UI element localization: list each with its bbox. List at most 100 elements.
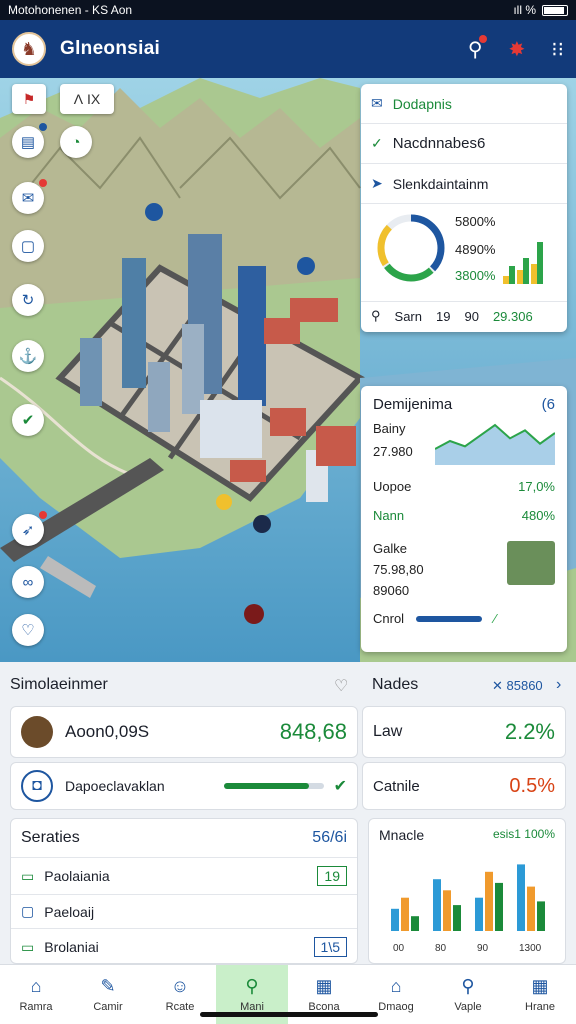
summary-item-1[interactable]: Aoon0,09S 848,68 (10, 706, 358, 758)
camera-icon: ◘ (21, 770, 53, 802)
mini-bar (537, 242, 543, 284)
row-label: Brolaniai (44, 939, 99, 955)
donut-chart: 5800% 4890% 3800% (361, 204, 567, 302)
table-row[interactable]: ▭ Paolaiania 19 (11, 858, 357, 895)
card-row-label: Nacdnnabes6 (392, 135, 486, 152)
footer-label: Cnrol (373, 611, 405, 626)
x-tick-label: 00 (393, 943, 405, 954)
table-count: 56/6i (312, 829, 347, 846)
chart-bar (537, 901, 545, 931)
card-row-label: Dodapnis (392, 95, 452, 112)
check-shield-icon[interactable]: ✔ (12, 404, 44, 436)
bar-chart: 00 80 90 1300 (391, 864, 545, 954)
route-icon[interactable]: ➶ (12, 511, 47, 546)
x-tick-label: 80 (435, 943, 447, 954)
flag-icon: ⚑ (22, 90, 36, 107)
summary-card: ✉ Dodapnis ✓ Nacdnnabes6 ➤ Slenkdaintainm 5… (361, 84, 567, 332)
donut-value-2: 4890% (455, 242, 496, 257)
nav-item-vaple[interactable]: ⚲ Vaple (432, 965, 504, 1024)
chart-bar (495, 882, 503, 931)
card-icon[interactable]: ▤ (12, 123, 47, 158)
nav-item-ramra[interactable]: ⌂ Ramra (0, 965, 72, 1024)
chevron-right-icon[interactable]: › (556, 676, 561, 694)
home-indicator[interactable] (200, 1012, 378, 1017)
x-tick-label: 1300 (519, 943, 542, 954)
chart-title: Mnacle (379, 827, 425, 843)
house-icon: ⌂ (390, 976, 402, 996)
status-bar: Motohonenen - KS Aon ıll % (0, 0, 576, 20)
table-row[interactable]: ▢ Paeloaij (11, 895, 357, 929)
nav-label: Camir (93, 1001, 123, 1013)
mail-icon: ✉ (371, 95, 383, 111)
grid-icon[interactable]: ⁝⁝ (551, 37, 564, 62)
app-actions: ⚲ ✸ ⁝⁝ (468, 34, 564, 62)
status-text: Motohonenen - KS Aon (8, 3, 133, 17)
detail-card: Demijenima (6 Bainy 27.980 Uopoe 17,0% Nan… (361, 386, 567, 652)
row-value: 19 (317, 866, 347, 886)
refresh-icon[interactable]: ↻ (12, 284, 44, 316)
check-icon[interactable]: ✔ (334, 776, 347, 796)
lion-crest-logo: ♞ (12, 32, 46, 66)
item-label: Law (373, 723, 403, 740)
detail-block: Galke 75.98,80 89060 (373, 541, 555, 611)
heart-icon[interactable]: ♡ (12, 614, 44, 646)
link-icon[interactable]: ∞ (12, 566, 44, 598)
mini-bar (517, 270, 523, 284)
detail-row-3: Nann 480% (373, 508, 555, 523)
nav-item-hrane[interactable]: ▦ Hrane (504, 965, 576, 1024)
edit-icon: ✎ (100, 976, 116, 996)
right-section-value[interactable]: ✕ 85860 (492, 678, 543, 694)
table-row[interactable]: ▭ Brolaniai 1\5 (11, 929, 357, 965)
card-row-2[interactable]: ✓ Nacdnnabes6 (361, 124, 567, 164)
row-icon: ▭ (21, 867, 35, 884)
chart-bar (485, 871, 493, 931)
anchor-icon[interactable]: ⚓ (12, 340, 44, 372)
nav-label: Vaple (454, 1001, 482, 1013)
footer-label: Sarn (394, 308, 422, 324)
chart-bar (527, 886, 535, 931)
table-title: Seraties (21, 829, 80, 846)
item-label: Dapoeclavaklan (65, 778, 165, 794)
compass-icon[interactable]: ◔ (60, 126, 92, 158)
detail-label: Uopoe (373, 479, 412, 494)
item-label: Aoon0,09S (65, 722, 150, 741)
area-chart (435, 423, 555, 465)
flag-button[interactable]: ⚑ (12, 84, 46, 114)
detail-row-1: Bainy 27.980 (373, 421, 555, 469)
document-icon[interactable]: ▢ (12, 230, 44, 262)
person-pin-icon[interactable]: ⚲ (468, 34, 487, 62)
detail-row-2: Uopoe 17,0% (373, 479, 555, 494)
item-value: 0.5% (509, 774, 555, 797)
horse-icon (21, 716, 53, 748)
row-label: Paolaiania (44, 868, 110, 884)
detail-footer: Cnrol ⁄ (373, 611, 555, 626)
alert-icon[interactable]: ✸ (509, 37, 526, 62)
search-icon: ⚲ (245, 976, 259, 996)
summary-item-2[interactable]: ◘ Dapoeclavaklan ✔ (10, 762, 358, 810)
detail-badge[interactable]: (6 (542, 396, 555, 413)
right-item-1[interactable]: Law 2.2% (362, 706, 566, 758)
person-photo (507, 541, 555, 585)
card-row-1[interactable]: ✉ Dodapnis (361, 84, 567, 124)
mail-icon[interactable]: ✉ (12, 179, 47, 214)
signal-text: ıll % (513, 3, 536, 17)
heart-icon[interactable]: ♡ (334, 676, 348, 696)
nav-item-camir[interactable]: ✎ Camir (72, 965, 144, 1024)
detail-label: Nann (373, 508, 405, 523)
footer-a: 19 (436, 308, 451, 324)
trend-icon: ⁄ (494, 611, 497, 626)
app-bar: ♞ Glneonsiai ⚲ ✸ ⁝⁝ (0, 20, 576, 78)
item-label: Catnile (373, 777, 420, 795)
chart-icon: ▦ (531, 976, 549, 996)
row-label: Paeloaij (44, 903, 95, 920)
card-row-3[interactable]: ➤ Slenkdaintainm (361, 164, 567, 204)
tool-button[interactable]: Ʌ IX (60, 84, 114, 114)
item-value: 848,68 (279, 719, 347, 744)
card-row-label: Slenkdaintainm (392, 175, 489, 192)
row-icon: ▢ (21, 903, 35, 919)
mini-bar (509, 266, 515, 284)
row-icon: ▭ (21, 938, 35, 955)
right-item-2[interactable]: Catnile 0.5% (362, 762, 566, 810)
table-header: Seraties 56/6i (11, 819, 357, 858)
progress-bar (223, 783, 324, 789)
